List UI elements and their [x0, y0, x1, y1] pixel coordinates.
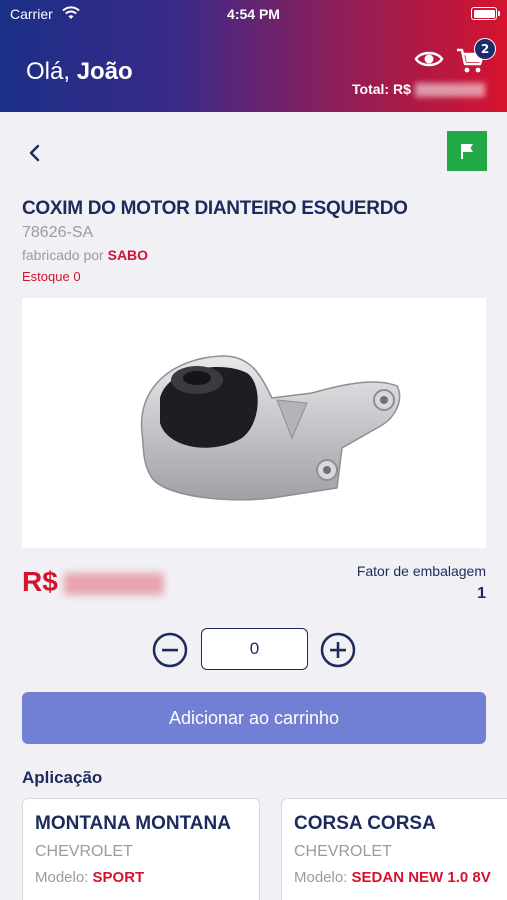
vehicle-name: CORSA CORSA [294, 813, 436, 834]
model-value: SEDAN NEW 1.0 8V [351, 869, 491, 886]
decrease-quantity-button[interactable] [152, 632, 188, 668]
add-to-cart-button[interactable]: Adicionar ao carrinho [22, 692, 486, 744]
cart-count-badge: 2 [474, 38, 496, 60]
model-label: Modelo: [294, 869, 348, 886]
model-value: SPORT [92, 869, 145, 886]
status-bar: Carrier 4:54 PM [0, 0, 507, 28]
clock: 4:54 PM [227, 6, 280, 22]
vehicle-make: CHEVROLET [35, 843, 133, 860]
engine-mount-image [140, 355, 401, 501]
price-currency: R$ [22, 566, 58, 597]
vehicle-name: MONTANA MONTANA [35, 813, 231, 834]
cart-total-redacted [414, 83, 485, 98]
eye-icon[interactable] [414, 48, 444, 70]
application-card[interactable]: MONTANA MONTANA CHEVROLET Modelo: SPORT [22, 798, 260, 900]
quantity-input[interactable] [201, 628, 308, 670]
price-redacted [63, 572, 164, 595]
packaging-factor-label: Fator de embalagem [356, 563, 486, 579]
product-title: COXIM DO MOTOR DIANTEIRO ESQUERDO [22, 198, 408, 219]
maker-brand: SABO [107, 247, 149, 263]
battery-icon [471, 7, 500, 20]
increase-quantity-button[interactable] [320, 632, 356, 668]
cart-total-label: Total: R$ [352, 81, 411, 97]
application-card[interactable]: CORSA CORSA CHEVROLET Modelo: SEDAN NEW … [281, 798, 507, 900]
report-flag-button[interactable] [447, 131, 487, 171]
model-label: Modelo: [35, 869, 89, 886]
flag-icon [461, 144, 473, 159]
vehicle-model: Modelo: SPORT [35, 869, 247, 886]
product-price: R$ [22, 566, 164, 598]
stock-status: Estoque 0 [22, 269, 81, 284]
maker-label: fabricado por [22, 247, 104, 263]
cart-total: Total: R$ [352, 81, 485, 98]
product-sku: 78626-SA [22, 224, 94, 241]
app-header: Carrier 4:54 PM Olá, João 2 Total: R$ [0, 0, 507, 112]
application-section-title: Aplicação [22, 768, 103, 787]
product-maker: fabricado por SABO [22, 247, 148, 263]
vehicle-model: Modelo: SEDAN NEW 1.0 8V [294, 869, 507, 886]
greeting: Olá, João [26, 58, 133, 86]
back-chevron-icon[interactable] [22, 140, 48, 166]
packaging-factor-value: 1 [477, 585, 486, 602]
product-image [22, 298, 486, 548]
user-name: João [76, 58, 133, 85]
greeting-prefix: Olá, [26, 58, 71, 85]
vehicle-make: CHEVROLET [294, 843, 392, 860]
